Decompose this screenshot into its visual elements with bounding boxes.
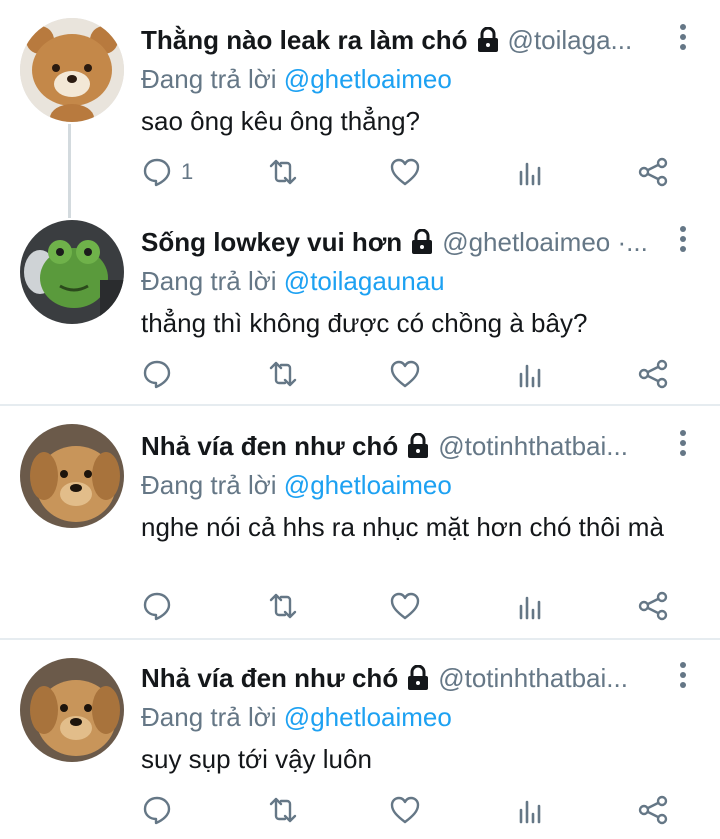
tweet-text: nghe nói cả hhs ra nhục mặt hơn chó thôi… <box>141 512 664 542</box>
like-icon <box>390 360 420 388</box>
more-vertical-icon[interactable] <box>678 24 688 54</box>
bear-plush-icon <box>20 18 124 122</box>
like-button[interactable] <box>389 586 421 626</box>
replying-to: Đang trả lời @toilagaunau <box>141 262 672 300</box>
analytics-button[interactable] <box>515 586 547 626</box>
retweet-button[interactable] <box>267 152 299 192</box>
avatar[interactable] <box>20 658 124 762</box>
reply-feed: Thằng nào leak ra làm chó @toilaga... Đa… <box>0 0 720 839</box>
reply-prefix: Đang trả lời <box>141 64 277 94</box>
share-icon <box>638 359 668 389</box>
avatar[interactable] <box>20 220 124 324</box>
reply-mention-link[interactable]: @ghetloaimeo <box>284 470 452 500</box>
lock-icon <box>408 433 429 458</box>
tweet-actions <box>141 790 680 830</box>
like-button[interactable] <box>389 790 421 830</box>
user-handle[interactable]: @toilaga... <box>508 25 633 56</box>
tweet-header: Nhả vía đen như chó @totinhthatbai... <box>141 426 672 466</box>
golden-puppy-icon <box>20 424 124 528</box>
analytics-icon <box>519 800 541 824</box>
display-name[interactable]: Nhả vía đen như chó <box>141 431 398 462</box>
share-button[interactable] <box>637 790 669 830</box>
reply-prefix: Đang trả lời <box>141 266 277 296</box>
tweet-text: sao ông kêu ông thẳng? <box>141 106 421 136</box>
reply-mention-link[interactable]: @ghetloaimeo <box>284 64 452 94</box>
replying-to: Đang trả lời @ghetloaimeo <box>141 466 672 504</box>
retweet-button[interactable] <box>267 354 299 394</box>
user-handle[interactable]: @totinhthatbai... <box>438 431 628 462</box>
reply-button[interactable] <box>141 790 181 830</box>
more-vertical-icon[interactable] <box>678 430 688 460</box>
reply-prefix: Đang trả lời <box>141 470 277 500</box>
like-icon <box>390 592 420 620</box>
user-handle[interactable]: @ghetloaimeo ·... <box>442 227 648 258</box>
tweet-text: suy sụp tới vậy luôn <box>141 744 372 774</box>
reply-icon <box>143 158 171 187</box>
reply-button[interactable] <box>141 586 181 626</box>
tweet-actions <box>141 586 680 626</box>
avatar[interactable] <box>20 424 124 528</box>
tweet[interactable]: Sống lowkey vui hơn @ghetloaimeo ·... Đa… <box>0 200 720 404</box>
lock-icon <box>412 229 433 254</box>
frog-plush-icon <box>20 220 124 324</box>
analytics-button[interactable] <box>515 354 547 394</box>
golden-puppy-icon <box>20 658 124 762</box>
retweet-button[interactable] <box>267 790 299 830</box>
like-icon <box>390 796 420 824</box>
more-vertical-icon[interactable] <box>678 662 688 692</box>
tweet-header: Sống lowkey vui hơn @ghetloaimeo ·... <box>141 222 672 262</box>
retweet-button[interactable] <box>267 586 299 626</box>
tweet[interactable]: Nhả vía đen như chó @totinhthatbai... Đa… <box>0 640 720 839</box>
share-icon <box>638 795 668 825</box>
reply-mention-link[interactable]: @ghetloaimeo <box>284 702 452 732</box>
user-handle[interactable]: @totinhthatbai... <box>438 663 628 694</box>
share-icon <box>638 157 668 187</box>
reply-icon <box>143 796 171 825</box>
analytics-button[interactable] <box>515 790 547 830</box>
analytics-icon <box>519 364 541 388</box>
reply-icon <box>143 592 171 621</box>
analytics-button[interactable] <box>515 152 547 192</box>
tweet-header: Thằng nào leak ra làm chó @toilaga... <box>141 20 672 60</box>
share-button[interactable] <box>637 354 669 394</box>
display-name[interactable]: Sống lowkey vui hơn <box>141 227 402 258</box>
share-button[interactable] <box>637 152 669 192</box>
more-vertical-icon[interactable] <box>678 226 688 256</box>
reply-mention-link[interactable]: @toilagaunau <box>284 266 445 296</box>
tweet-actions: 1 <box>141 152 680 192</box>
tweet-actions <box>141 354 680 394</box>
display-name[interactable]: Nhả vía đen như chó <box>141 663 398 694</box>
share-button[interactable] <box>637 586 669 626</box>
reply-button[interactable]: 1 <box>141 152 193 192</box>
reply-icon <box>143 360 171 389</box>
like-button[interactable] <box>389 152 421 192</box>
replying-to: Đang trả lời @ghetloaimeo <box>141 698 672 736</box>
replying-to: Đang trả lời @ghetloaimeo <box>141 60 672 98</box>
retweet-icon <box>269 159 297 185</box>
reply-button[interactable] <box>141 354 181 394</box>
share-icon <box>638 591 668 621</box>
analytics-icon <box>519 596 541 620</box>
lock-icon <box>477 27 498 52</box>
analytics-icon <box>519 162 541 186</box>
retweet-icon <box>269 361 297 387</box>
retweet-icon <box>269 593 297 619</box>
lock-icon <box>408 665 429 690</box>
like-button[interactable] <box>389 354 421 394</box>
tweet-text: thẳng thì không được có chồng à bây? <box>141 308 588 338</box>
reply-count: 1 <box>181 159 194 184</box>
tweet[interactable]: Thằng nào leak ra làm chó @toilaga... Đa… <box>0 0 720 200</box>
like-icon <box>390 158 420 186</box>
tweet-header: Nhả vía đen như chó @totinhthatbai... <box>141 658 672 698</box>
avatar[interactable] <box>20 18 124 122</box>
retweet-icon <box>269 797 297 823</box>
tweet[interactable]: Nhả vía đen như chó @totinhthatbai... Đa… <box>0 406 720 638</box>
reply-prefix: Đang trả lời <box>141 702 277 732</box>
display-name[interactable]: Thằng nào leak ra làm chó <box>141 25 468 56</box>
